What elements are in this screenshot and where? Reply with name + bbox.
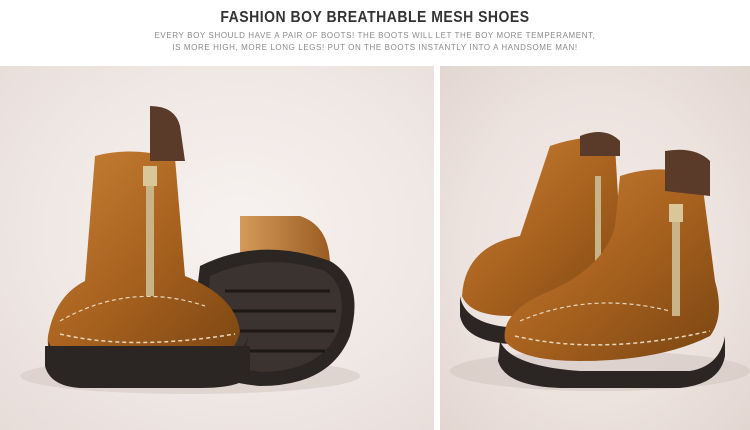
description-line-1: EVERY BOY SHOULD HAVE A PAIR OF BOOTS! T…	[154, 31, 596, 40]
front-boot	[45, 106, 250, 388]
left-product-photo	[0, 66, 434, 430]
boots-illustration-right	[450, 132, 750, 391]
description-line-2: IS MORE HIGH, MORE LONG LEGS! PUT ON THE…	[172, 43, 578, 52]
boots-illustration-left	[20, 106, 360, 394]
page-title: FASHION BOY BREATHABLE MESH SHOES	[220, 6, 530, 26]
right-product-photo	[440, 66, 750, 430]
header: FASHION BOY BREATHABLE MESH SHOES EVERY …	[0, 0, 750, 62]
